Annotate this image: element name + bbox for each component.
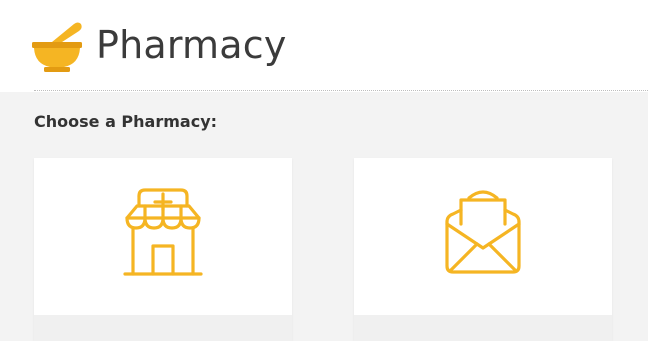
retail-pharmacy-store-icon [115,184,211,280]
pharmacy-panel: Pharmacy Choose a Pharmacy: [0,0,648,341]
mail-order-pharmacy-card[interactable] [354,158,612,341]
mail-order-envelope-icon [435,184,531,280]
mail-order-pharmacy-card-footer [354,315,612,341]
retail-pharmacy-card-footer [34,315,292,341]
page-header: Pharmacy [0,0,648,92]
header-divider [34,90,648,91]
choose-pharmacy-label: Choose a Pharmacy: [34,112,218,131]
retail-pharmacy-card[interactable] [34,158,292,341]
page-title: Pharmacy [96,23,287,67]
mortar-pestle-icon [30,20,86,72]
